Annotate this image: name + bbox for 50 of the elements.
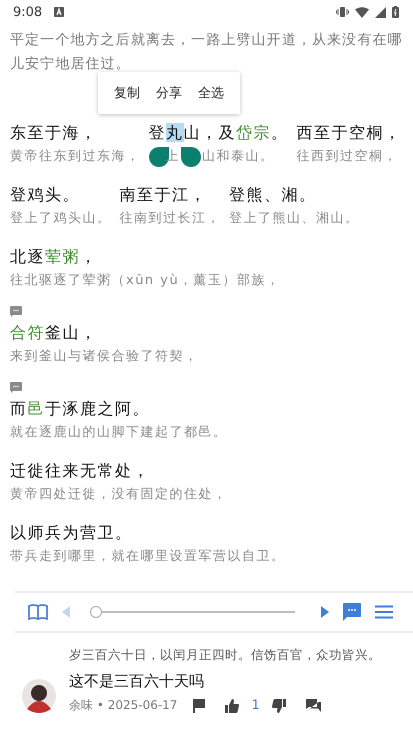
menu-item[interactable]: 分享: [150, 80, 188, 106]
signal-icon: [375, 6, 386, 18]
wifi-icon: [355, 6, 369, 18]
comment-meta: 余味 • 2025-06-17: [69, 697, 178, 714]
translation-text: 黄帝往东到过东海，: [10, 148, 140, 166]
classical-text[interactable]: 东至于海，: [10, 120, 140, 146]
notification-icon: [54, 7, 64, 17]
classical-text[interactable]: 迁徙往来无常处，: [10, 458, 228, 484]
progress-slider[interactable]: [90, 606, 295, 618]
classical-text[interactable]: 西至于空桐，: [296, 120, 402, 146]
menu-item[interactable]: 全选: [192, 80, 230, 106]
comments-icon[interactable]: [343, 603, 361, 621]
classical-text[interactable]: 登丸山，及岱宗。: [148, 120, 288, 146]
thumbs-down-icon[interactable]: [272, 698, 286, 712]
quoted-text: 岁三百六十日，以闰月正四时。信饬百官，众功皆兴。: [69, 646, 381, 664]
translation-text: 带兵走到哪里，就在哪里设置军营以自卫。: [10, 548, 286, 566]
slider-thumb[interactable]: [90, 606, 102, 618]
classical-text[interactable]: 而邑于涿鹿之阿。: [10, 396, 228, 422]
comment-icon[interactable]: [10, 306, 22, 317]
like-count: 1: [251, 698, 260, 713]
translation-text: 来到釜山与诸侯合验了符契，: [10, 348, 198, 366]
comment-text: 这不是三百六十天吗: [69, 671, 205, 692]
translation-text: 平定一个地方之后就离去，一路上劈山开道，从来没有在哪儿安宁地居住过。: [9, 31, 404, 74]
comment-icon[interactable]: [10, 382, 22, 393]
translation-text: 登上了熊山、湘山。: [229, 210, 360, 228]
reply-icon[interactable]: [306, 698, 321, 712]
vibrate-icon: [336, 7, 349, 17]
selection-handle[interactable]: [181, 147, 201, 167]
menu-icon[interactable]: [375, 605, 393, 619]
translation-text: 登上了鸡头山。: [10, 210, 112, 228]
thumbs-up-icon[interactable]: [225, 698, 240, 712]
clock: 9:08: [13, 4, 42, 20]
flag-icon[interactable]: [193, 698, 206, 712]
classical-text[interactable]: 南至于江，: [120, 182, 221, 208]
classical-text[interactable]: 登鸡头。: [10, 182, 112, 208]
battery-icon: [392, 6, 399, 18]
avatar[interactable]: [22, 679, 56, 713]
classical-text[interactable]: 合符釜山，: [10, 320, 198, 346]
translation-text: 往南到过长江，: [120, 210, 221, 228]
classical-text[interactable]: 北逐荤粥，: [10, 244, 281, 270]
next-icon[interactable]: [321, 606, 329, 618]
book-icon[interactable]: [28, 604, 48, 620]
menu-item[interactable]: 复制: [108, 80, 146, 106]
translation-text: 往北驱逐了荤粥（xūn yù，薰玉）部族，: [10, 272, 281, 290]
classical-text[interactable]: 以师兵为营卫。: [10, 520, 286, 546]
classical-text[interactable]: 登熊、湘。: [229, 182, 360, 208]
translation-text: 黄帝四处迁徙，没有固定的住处，: [10, 486, 228, 504]
translation-text: 山和泰山。: [202, 148, 274, 166]
translation-text: 就在逐鹿山的山脚下建起了都邑。: [10, 424, 228, 442]
translation-text: 往西到过空桐，: [296, 148, 399, 166]
